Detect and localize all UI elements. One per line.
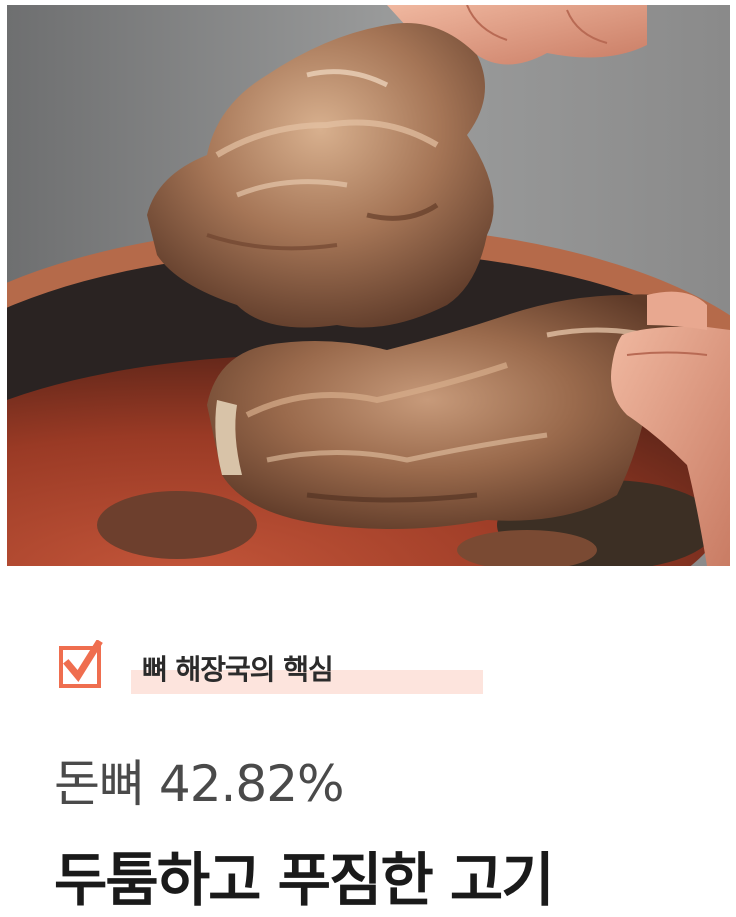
- stat-percentage: 돈뼈 42.82%: [54, 755, 345, 813]
- key-point-badge: 뼈 해장국의 핵심: [58, 640, 483, 696]
- pork-bone-meat-image: [7, 5, 730, 566]
- badge-label: 뼈 해장국의 핵심: [142, 653, 334, 686]
- headline: 두툼하고 푸짐한 고기: [54, 846, 555, 914]
- checkbox-check-icon: [59, 640, 103, 688]
- hero-photo: [7, 5, 730, 566]
